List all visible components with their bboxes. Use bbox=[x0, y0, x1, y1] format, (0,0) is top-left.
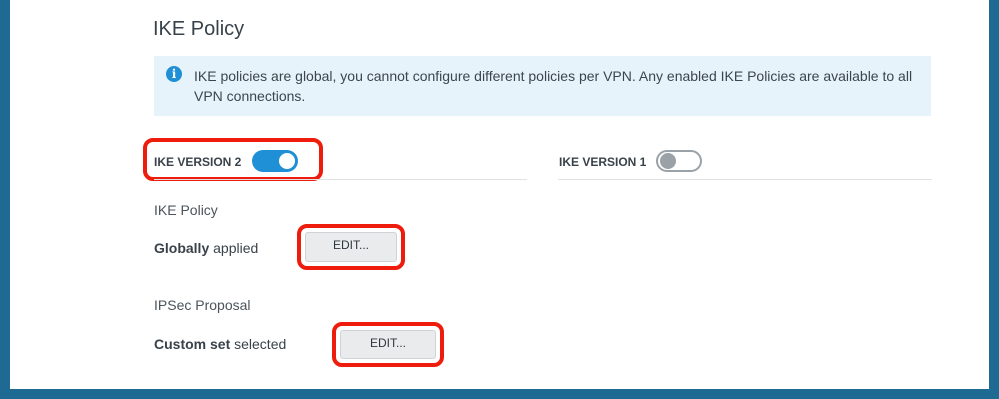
ike-policy-label: IKE Policy bbox=[154, 202, 218, 218]
ipsec-proposal-edit-highlight: EDIT... bbox=[332, 322, 444, 367]
divider bbox=[154, 179, 527, 180]
ipsec-proposal-value-bold: Custom set bbox=[154, 336, 231, 352]
ike-version-2-label: IKE VERSION 2 bbox=[154, 155, 242, 169]
ipsec-proposal-label: IPSec Proposal bbox=[154, 297, 251, 313]
ike-version-2-toggle[interactable] bbox=[252, 150, 298, 172]
ike-policy-edit-highlight: EDIT... bbox=[297, 224, 405, 270]
toggle-knob bbox=[279, 153, 295, 169]
info-text: IKE policies are global, you cannot conf… bbox=[194, 68, 913, 104]
ike-policy-value-bold: Globally bbox=[154, 240, 210, 256]
divider bbox=[558, 179, 932, 180]
page-title: IKE Policy bbox=[153, 18, 245, 40]
ipsec-proposal-edit-button[interactable]: EDIT... bbox=[340, 330, 436, 359]
ike-version-1-toggle[interactable] bbox=[656, 150, 702, 172]
ike-policy-edit-button[interactable]: EDIT... bbox=[305, 232, 397, 262]
toggle-knob bbox=[660, 153, 676, 169]
ike-policy-value: Globally applied bbox=[154, 240, 258, 256]
info-icon: i bbox=[166, 66, 182, 82]
ike-version-1-label: IKE VERSION 1 bbox=[559, 155, 647, 169]
ipsec-proposal-value: Custom set selected bbox=[154, 336, 286, 352]
info-banner: i IKE policies are global, you cannot co… bbox=[154, 56, 931, 116]
ipsec-proposal-value-rest: selected bbox=[230, 336, 287, 352]
ike-policy-value-rest: applied bbox=[209, 240, 259, 256]
ike-settings-panel: IKE Policy i IKE policies are global, yo… bbox=[10, 0, 989, 389]
